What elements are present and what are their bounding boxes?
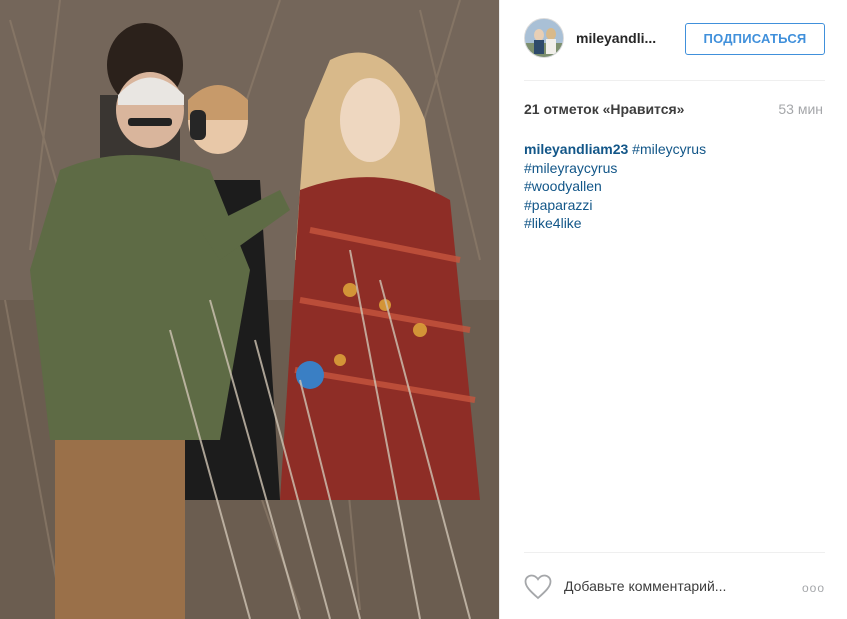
avatar[interactable]	[524, 18, 564, 58]
post-timestamp[interactable]: 53 мин	[778, 101, 823, 117]
hashtag-link[interactable]: #like4like	[524, 214, 825, 233]
avatar-image	[525, 19, 563, 57]
likes-count[interactable]: 21 отметок «Нравится»	[524, 101, 684, 117]
username-link[interactable]: mileyandli...	[576, 30, 656, 46]
post-photo[interactable]	[0, 0, 499, 619]
hashtag-link[interactable]: #mileycyrus	[632, 141, 706, 157]
post-header: mileyandli... ПОДПИСАТЬСЯ	[524, 18, 825, 60]
heart-outline-icon[interactable]	[524, 574, 552, 600]
more-options-icon[interactable]: ooo	[802, 581, 825, 595]
header-divider	[524, 80, 825, 81]
caption-first-line: mileyandliam23 #mileycyrus	[524, 140, 825, 159]
hashtag-link[interactable]: #mileyraycyrus	[524, 159, 825, 178]
comment-divider	[524, 552, 825, 553]
comment-input[interactable]: Добавьте комментарий...	[564, 578, 726, 594]
instagram-post: mileyandli... ПОДПИСАТЬСЯ 21 отметок «Нр…	[0, 0, 847, 619]
follow-button[interactable]: ПОДПИСАТЬСЯ	[685, 23, 825, 55]
post-caption: mileyandliam23 #mileycyrus #mileyraycyru…	[524, 140, 825, 233]
caption-author-link[interactable]: mileyandliam23	[524, 141, 628, 157]
hashtag-link[interactable]: #woodyallen	[524, 177, 825, 196]
photo-illustration	[0, 0, 499, 619]
hashtag-link[interactable]: #paparazzi	[524, 196, 825, 215]
post-side-panel: mileyandli... ПОДПИСАТЬСЯ 21 отметок «Нр…	[499, 0, 847, 619]
comment-bar: Добавьте комментарий... ooo	[524, 571, 825, 603]
